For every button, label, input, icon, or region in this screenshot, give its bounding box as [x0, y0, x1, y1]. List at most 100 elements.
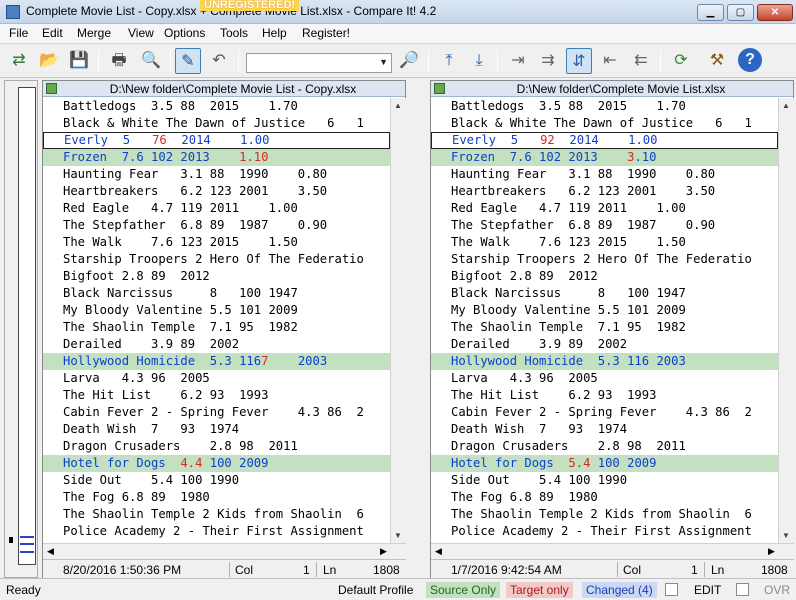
text-line[interactable]: Heartbreakers 6.2 123 2001 3.50 — [431, 183, 778, 200]
changed-line[interactable]: Hollywood Homicide 5.3 116 2003 — [431, 353, 778, 370]
menu-merge[interactable]: Merge — [74, 26, 114, 40]
search-combo[interactable]: ▼ — [246, 53, 392, 73]
scroll-right-icon[interactable]: ▶ — [380, 546, 387, 557]
overview-track[interactable] — [18, 87, 36, 565]
text-line[interactable]: Bigfoot 2.8 89 2012 — [43, 268, 390, 285]
text-line[interactable]: My Bloody Valentine 5.5 101 2009 — [43, 302, 390, 319]
text-line[interactable]: Starship Troopers 2 Hero Of The Federati… — [431, 251, 778, 268]
overview-change-mark[interactable] — [20, 536, 34, 539]
scroll-down-icon[interactable]: ▼ — [394, 531, 402, 540]
text-line[interactable]: Red Eagle 4.7 119 2011 1.00 — [43, 200, 390, 217]
right-horizontal-scrollbar[interactable]: ◀ ▶ — [431, 543, 794, 559]
last-change-icon[interactable]: ⤓ — [466, 48, 492, 74]
copy-right-icon[interactable]: ⇥ — [505, 48, 531, 74]
maximize-button[interactable]: ▢ — [727, 4, 754, 21]
text-line[interactable]: Black & White The Dawn of Justice 6 1 — [43, 115, 390, 132]
text-line[interactable]: Battledogs 3.5 88 2015 1.70 — [431, 98, 778, 115]
find-icon[interactable]: 🔎 — [396, 48, 422, 74]
menu-tools[interactable]: Tools — [217, 26, 251, 40]
text-line[interactable]: Battledogs 3.5 88 2015 1.70 — [43, 98, 390, 115]
edit-pencil-icon[interactable]: ✎ — [175, 48, 201, 74]
left-text-area[interactable]: Battledogs 3.5 88 2015 1.70 Black & White… — [43, 98, 390, 543]
right-text-area[interactable]: Battledogs 3.5 88 2015 1.70 Black & White… — [431, 98, 778, 543]
minimize-button[interactable]: ▁ — [697, 4, 724, 21]
changed-line[interactable]: Everly 5 92 2014 1.00 — [431, 132, 778, 149]
menu-register[interactable]: Register! — [299, 26, 353, 40]
left-horizontal-scrollbar[interactable]: ◀ ▶ — [43, 543, 406, 559]
text-line[interactable]: Larva 4.3 96 2005 — [431, 370, 778, 387]
text-line[interactable]: Black Narcissus 8 100 1947 — [43, 285, 390, 302]
status-checkbox[interactable] — [736, 583, 749, 596]
text-line[interactable]: Cabin Fever 2 - Spring Fever 4.3 86 2 — [431, 404, 778, 421]
menu-options[interactable]: Options — [161, 26, 208, 40]
text-line[interactable]: The Shaolin Temple 7.1 95 1982 — [431, 319, 778, 336]
text-line[interactable]: The Stepfather 6.8 89 1987 0.90 — [431, 217, 778, 234]
print-preview-icon[interactable]: 🔍 — [138, 48, 164, 74]
changed-line[interactable]: Hollywood Homicide 5.3 1167 2003 — [43, 353, 390, 370]
text-line[interactable]: Heartbreakers 6.2 123 2001 3.50 — [43, 183, 390, 200]
scroll-up-icon[interactable]: ▲ — [394, 101, 402, 110]
menu-help[interactable]: Help — [259, 26, 290, 40]
text-line[interactable]: Side Out 5.4 100 1990 — [43, 472, 390, 489]
menu-file[interactable]: File — [6, 26, 31, 40]
refresh-icon[interactable]: ⟳ — [668, 48, 694, 74]
close-button[interactable]: ✕ — [757, 4, 793, 21]
scroll-right-icon[interactable]: ▶ — [768, 546, 775, 557]
scroll-left-icon[interactable]: ◀ — [47, 546, 54, 557]
text-line[interactable]: Police Academy 2 - Their First Assignmen… — [431, 523, 778, 540]
print-icon[interactable]: 🖶 — [106, 48, 132, 74]
status-checkbox[interactable] — [665, 583, 678, 596]
text-line[interactable]: Haunting Fear 3.1 88 1990 0.80 — [43, 166, 390, 183]
text-line[interactable]: Starship Troopers 2 Hero Of The Federati… — [43, 251, 390, 268]
changed-line[interactable]: Everly 5 76 2014 1.00 — [43, 132, 390, 149]
text-line[interactable]: Haunting Fear 3.1 88 1990 0.80 — [431, 166, 778, 183]
text-line[interactable]: Police Academy 2 - Their First Assignmen… — [43, 523, 390, 540]
overview-change-mark[interactable] — [20, 543, 34, 546]
text-line[interactable]: The Fog 6.8 89 1980 — [43, 489, 390, 506]
open-folder-icon[interactable]: 📂 — [36, 48, 62, 74]
changed-line[interactable]: Frozen 7.6 102 2013 1.10 — [43, 149, 390, 166]
changed-line[interactable]: Frozen 7.6 102 2013 3.10 — [431, 149, 778, 166]
changed-line[interactable]: Hotel for Dogs 5.4 100 2009 — [431, 455, 778, 472]
left-vertical-scrollbar[interactable]: ▲ ▼ — [390, 98, 406, 543]
text-line[interactable]: Side Out 5.4 100 1990 — [431, 472, 778, 489]
right-vertical-scrollbar[interactable]: ▲ ▼ — [778, 98, 794, 543]
text-line[interactable]: The Hit List 6.2 93 1993 — [431, 387, 778, 404]
text-line[interactable]: Derailed 3.9 89 2002 — [43, 336, 390, 353]
text-line[interactable]: Dragon Crusaders 2.8 98 2011 — [43, 438, 390, 455]
scroll-up-icon[interactable]: ▲ — [782, 101, 790, 110]
next-change-icon[interactable]: ⇵ — [566, 48, 592, 74]
text-line[interactable]: Black Narcissus 8 100 1947 — [431, 285, 778, 302]
copy-all-right-icon[interactable]: ⇉ — [535, 48, 561, 74]
menu-edit[interactable]: Edit — [39, 26, 66, 40]
text-line[interactable]: Dragon Crusaders 2.8 98 2011 — [431, 438, 778, 455]
text-line[interactable]: Red Eagle 4.7 119 2011 1.00 — [431, 200, 778, 217]
copy-all-left-icon[interactable]: ⇇ — [628, 48, 654, 74]
text-line[interactable]: The Shaolin Temple 7.1 95 1982 — [43, 319, 390, 336]
text-line[interactable]: Derailed 3.9 89 2002 — [431, 336, 778, 353]
text-line[interactable]: Black & White The Dawn of Justice 6 1 — [431, 115, 778, 132]
scroll-left-icon[interactable]: ◀ — [435, 546, 442, 557]
help-icon[interactable]: ? — [738, 48, 762, 72]
compare-icon[interactable]: ⇄ — [6, 48, 32, 74]
text-line[interactable]: The Walk 7.6 123 2015 1.50 — [43, 234, 390, 251]
undo-icon[interactable]: ↶ — [206, 48, 232, 74]
text-line[interactable]: Bigfoot 2.8 89 2012 — [431, 268, 778, 285]
overview-strip[interactable] — [4, 80, 38, 578]
copy-left-icon[interactable]: ⇤ — [597, 48, 623, 74]
text-line[interactable]: The Shaolin Temple 2 Kids from Shaolin 6 — [43, 506, 390, 523]
text-line[interactable]: The Shaolin Temple 2 Kids from Shaolin 6 — [431, 506, 778, 523]
tools-icon[interactable]: ⚒ — [704, 48, 730, 74]
text-line[interactable]: My Bloody Valentine 5.5 101 2009 — [431, 302, 778, 319]
first-change-icon[interactable]: ⤒ — [436, 48, 462, 74]
text-line[interactable]: The Walk 7.6 123 2015 1.50 — [431, 234, 778, 251]
chevron-down-icon[interactable]: ▼ — [379, 57, 388, 67]
save-icon[interactable]: 💾 — [66, 48, 92, 74]
scroll-down-icon[interactable]: ▼ — [782, 531, 790, 540]
text-line[interactable]: Larva 4.3 96 2005 — [43, 370, 390, 387]
changed-line[interactable]: Hotel for Dogs 4.4 100 2009 — [43, 455, 390, 472]
text-line[interactable]: Death Wish 7 93 1974 — [43, 421, 390, 438]
text-line[interactable]: The Fog 6.8 89 1980 — [431, 489, 778, 506]
text-line[interactable]: The Hit List 6.2 93 1993 — [43, 387, 390, 404]
text-line[interactable]: The Stepfather 6.8 89 1987 0.90 — [43, 217, 390, 234]
